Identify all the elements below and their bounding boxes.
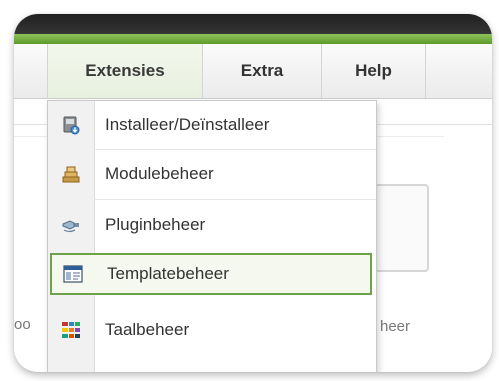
- plugin-icon: [61, 215, 81, 235]
- screenshot-frame: Extensies Extra Help oo heer Installeer/…: [14, 14, 492, 372]
- menu-help[interactable]: Help: [322, 44, 426, 98]
- panel-icon-box: [369, 184, 429, 272]
- menu-item-label: Taalbeheer: [105, 320, 190, 339]
- menu-item-label: Templatebeheer: [107, 264, 229, 283]
- menu-item-label: Pluginbeheer: [105, 215, 206, 234]
- language-icon: [61, 320, 81, 340]
- menu-item-modulebeheer[interactable]: Modulebeheer: [48, 150, 376, 198]
- window-top-bar: [14, 14, 492, 34]
- menu-extra[interactable]: Extra: [203, 44, 322, 98]
- module-icon: [61, 164, 81, 184]
- menu-item-taalbeheer[interactable]: Taalbeheer: [48, 306, 376, 354]
- installer-icon: [61, 115, 81, 135]
- menu-separator: [94, 199, 376, 200]
- menu-item-label: Installeer/Deïnstalleer: [105, 115, 270, 134]
- menu-item-label: Modulebeheer: [105, 164, 214, 183]
- menu-item-installer[interactable]: Installeer/Deïnstalleer: [48, 101, 376, 149]
- menu-item-templatebeheer[interactable]: Templatebeheer: [50, 253, 372, 295]
- panel-label-fragment-left: oo: [14, 316, 31, 333]
- template-icon: [63, 264, 83, 284]
- main-menubar: Extensies Extra Help: [14, 44, 492, 99]
- extensies-dropdown-menu: Installeer/Deïnstalleer Modulebeheer Plu…: [47, 100, 377, 372]
- menu-extensies[interactable]: Extensies: [47, 44, 203, 98]
- brand-green-bar: [14, 34, 492, 44]
- menu-item-pluginbeheer[interactable]: Pluginbeheer: [48, 201, 376, 249]
- panel-label-fragment-right: heer: [380, 318, 411, 335]
